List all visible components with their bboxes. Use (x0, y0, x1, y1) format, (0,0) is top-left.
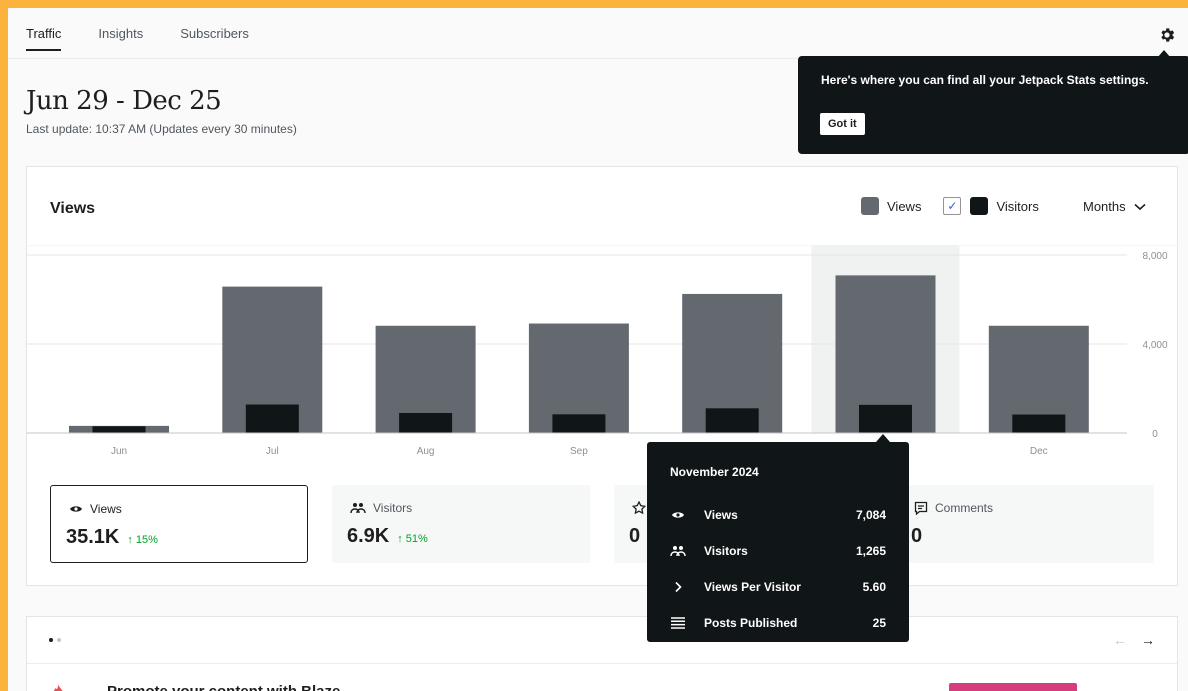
stat-label: Comments (914, 501, 993, 515)
eye-icon (70, 506, 82, 512)
stat-label-text: Views (90, 502, 122, 516)
stat-label-text: Comments (935, 501, 994, 515)
stat-value-number: 6.9K (347, 525, 390, 547)
x-tick-label: Sep (570, 446, 588, 457)
stat-value: 0 (911, 525, 922, 548)
y-tick-label: 4,000 (1142, 340, 1167, 351)
star-icon (632, 501, 646, 515)
stats-page: Traffic Insights Subscribers Jun 29 - De… (8, 8, 1188, 691)
visitors-bar (859, 404, 912, 433)
list-icon (670, 616, 686, 630)
stat-change: ↑ 51% (397, 533, 428, 545)
period-label: Months (1083, 199, 1126, 214)
views-bar-chart[interactable]: 0 4,000 8,000 Jun Jul Aug Sep Dec (27, 245, 1179, 460)
people-icon (350, 503, 366, 514)
tooltip-value: 1,265 (855, 544, 886, 558)
carousel-arrows: ← → (1113, 632, 1155, 648)
chevron-down-icon (1134, 203, 1146, 210)
tab-traffic[interactable]: Traffic (26, 26, 62, 51)
chart-legend: Views ✓ Visitors (861, 197, 1039, 215)
blaze-flame-icon (53, 684, 63, 691)
stat-tile-visitors[interactable]: Visitors 6.9K ↑ 51% (332, 485, 590, 563)
visitors-bar (552, 414, 606, 433)
views-chart-card: Views Views ✓ Visitors Months 0 4,000 8,00… (26, 166, 1179, 586)
tooltip-row-views-per-visitor: Views Per Visitor 5.60 (670, 577, 886, 597)
period-select[interactable]: Months (1083, 199, 1146, 214)
stat-tile-comments[interactable]: Comments 0 (896, 485, 1154, 563)
visitors-bar (92, 426, 146, 433)
visitors-bar (1012, 414, 1066, 433)
page-title: Jun 29 - Dec 25 (26, 86, 222, 116)
stat-label-text: Visitors (373, 501, 413, 515)
legend-views-label: Views (887, 198, 922, 214)
tab-insights[interactable]: Insights (98, 26, 143, 51)
arrow-right-icon[interactable]: → (1141, 632, 1155, 648)
gear-icon[interactable] (1158, 26, 1176, 44)
visitors-bar (705, 408, 759, 433)
carousel-dots[interactable] (49, 638, 61, 642)
settings-tooltip: Here's where you can find all your Jetpa… (798, 56, 1188, 154)
visitors-checkbox[interactable]: ✓ (943, 197, 962, 215)
tooltip-value: 25 (872, 616, 886, 630)
stat-value: 6.9K ↑ 51% (347, 525, 428, 548)
tab-subscribers[interactable]: Subscribers (180, 26, 249, 51)
tooltip-label: Posts Published (704, 616, 798, 630)
promo-title: Promote your content with Blaze (107, 683, 340, 691)
people-icon (670, 545, 686, 557)
tooltip-label: Visitors (704, 544, 748, 558)
y-tick-label: 0 (1152, 429, 1158, 440)
stat-value: 0 (629, 525, 640, 548)
x-tick-label: Aug (417, 446, 435, 457)
visitors-bar (245, 404, 299, 433)
visitors-bar (399, 412, 453, 433)
chart-hover-tooltip: November 2024 Views 7,084 Visitors 1,265… (647, 434, 909, 642)
tooltip-label: Views (704, 508, 738, 522)
stat-value-number: 0 (911, 525, 923, 547)
arrow-left-icon[interactable]: ← (1113, 632, 1127, 648)
visitors-swatch (970, 197, 989, 215)
stat-change: ↑ 15% (127, 534, 158, 546)
legend-visitors-label: Visitors (996, 198, 1039, 214)
y-tick-label: 8,000 (1142, 251, 1167, 262)
stat-value-number: 35.1K (66, 526, 120, 548)
x-tick-label: Jun (111, 446, 127, 457)
stat-label: Visitors (350, 501, 412, 515)
last-update-text: Last update: 10:37 AM (Updates every 30 … (26, 122, 297, 136)
views-swatch (861, 197, 879, 215)
tooltip-value: 7,084 (855, 508, 886, 522)
tooltip-value: 5.60 (862, 580, 886, 594)
tooltip-row-views: Views 7,084 (670, 505, 886, 525)
comment-icon (914, 501, 928, 515)
settings-tooltip-message: Here's where you can find all your Jetpa… (821, 73, 1149, 87)
x-tick-label: Jul (266, 446, 279, 457)
stat-value-number: 0 (629, 525, 641, 547)
tooltip-row-visitors: Visitors 1,265 (670, 541, 886, 561)
promo-divider (27, 663, 1177, 664)
got-it-button[interactable]: Got it (820, 113, 865, 135)
tooltip-title: November 2024 (670, 465, 759, 479)
stat-tile-views[interactable]: Views 35.1K ↑ 15% (50, 485, 308, 563)
carousel-dot[interactable] (57, 638, 61, 642)
stats-tabs: Traffic Insights Subscribers (26, 26, 286, 51)
stat-label: Views (69, 502, 122, 516)
chart-title: Views (50, 200, 96, 217)
tooltip-label: Views Per Visitor (704, 580, 801, 594)
promo-button[interactable] (949, 683, 1077, 691)
carousel-dot-active[interactable] (49, 638, 53, 642)
x-tick-label: Dec (1030, 446, 1048, 457)
tooltip-row-posts-published: Posts Published 25 (670, 613, 886, 633)
stat-value: 35.1K ↑ 15% (66, 526, 158, 549)
promo-card: ← → Promote your content with Blaze (26, 616, 1178, 691)
eye-icon (670, 510, 686, 520)
chevron-right-icon (670, 581, 686, 593)
